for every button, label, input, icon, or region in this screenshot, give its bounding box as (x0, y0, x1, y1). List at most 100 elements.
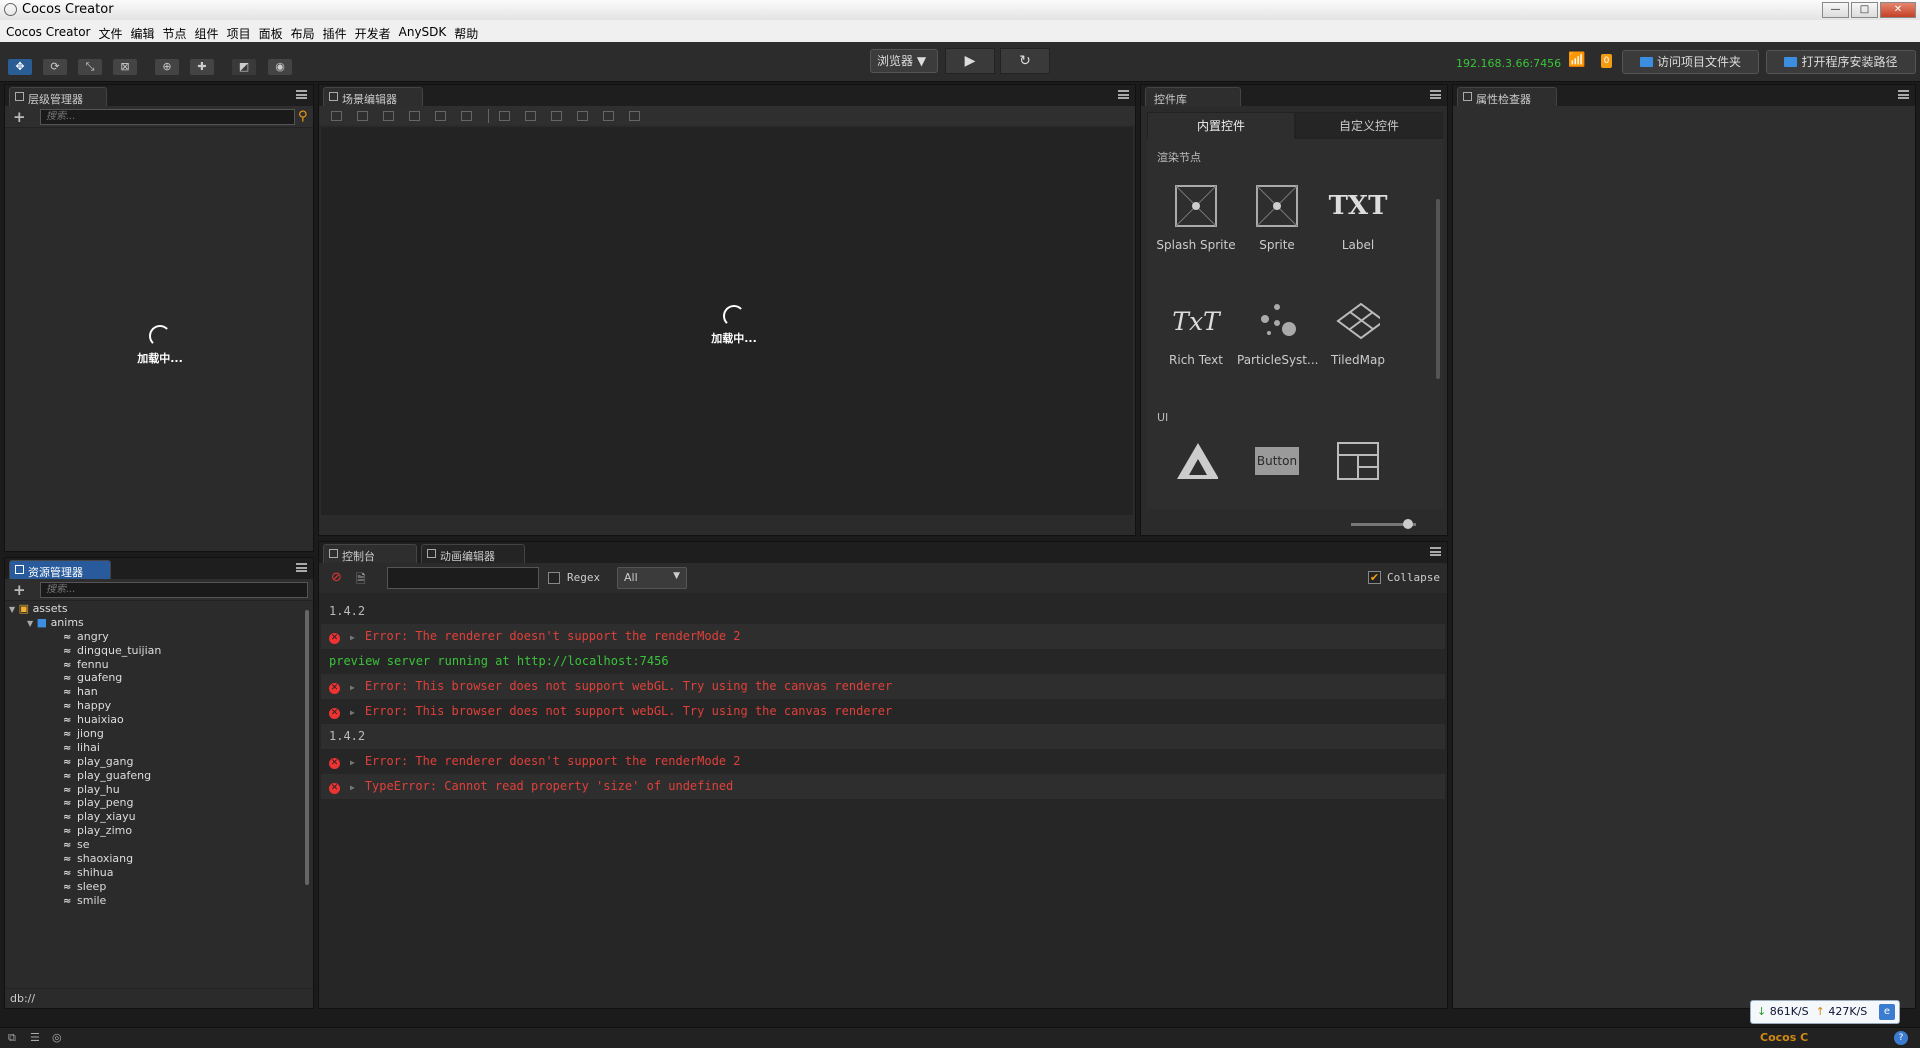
preview-ip-address[interactable]: 192.168.3.66:7456 (1456, 57, 1561, 70)
expand-arrow-icon[interactable]: ▶ (350, 758, 355, 767)
menu-anysdk[interactable]: AnySDK (397, 20, 453, 42)
widget-label[interactable]: TXT Label (1318, 184, 1398, 252)
console-line-error[interactable]: ✕ ▶ Error: The renderer doesn't support th… (321, 624, 1445, 649)
widget-ui-node[interactable] (1156, 439, 1236, 493)
menu-panel[interactable]: 面板 (257, 20, 289, 42)
distribute-center-v-icon[interactable] (603, 111, 614, 121)
menu-node[interactable]: 节点 (161, 20, 193, 42)
asset-item[interactable]: ≈ han (9, 685, 249, 699)
gizmo-toggle-icon[interactable]: ◩ (232, 59, 256, 75)
open-log-file-icon[interactable]: 🗎 (356, 570, 366, 591)
expand-arrow-icon[interactable]: ▶ (350, 633, 355, 642)
log-level-select[interactable]: All ▼ (617, 567, 687, 589)
menu-help[interactable]: 帮助 (452, 20, 484, 42)
tab-scene[interactable]: 场景编辑器 (323, 87, 423, 106)
asset-item[interactable]: ≈ play_guafeng (9, 769, 249, 783)
tab-library[interactable]: 控件库 (1145, 87, 1241, 106)
align-center-v-icon[interactable] (435, 111, 446, 121)
distribute-bottom-icon[interactable] (629, 111, 640, 121)
asset-item[interactable]: ≈ jiong (9, 727, 249, 741)
pivot-toggle-icon[interactable]: ⊕ (155, 59, 179, 75)
asset-item[interactable]: ≈ dingque_tuijian (9, 644, 249, 658)
console-line[interactable]: 1.4.2 (321, 599, 1445, 624)
asset-item[interactable]: ≈ guafeng (9, 671, 249, 685)
library-scrollbar[interactable] (1436, 199, 1440, 379)
menu-file[interactable]: 文件 (97, 20, 129, 42)
widget-layout[interactable] (1318, 439, 1398, 493)
network-speed-widget[interactable]: ↓ 861K/S ↑ 427K/S e (1750, 1000, 1900, 1024)
hierarchy-search-input[interactable]: 搜索... (40, 109, 295, 125)
tab-custom-widgets[interactable]: 自定义控件 (1295, 112, 1443, 139)
distribute-center-h-icon[interactable] (525, 111, 536, 121)
asset-item[interactable]: ≈ play_peng (9, 796, 249, 810)
asset-item[interactable]: ≈ lihai (9, 741, 249, 755)
menu-project[interactable]: 项目 (225, 20, 257, 42)
distribute-right-icon[interactable] (551, 111, 562, 121)
help-icon[interactable]: ? (1894, 1031, 1908, 1045)
panel-menu-icon[interactable] (1430, 90, 1441, 99)
console-line[interactable]: 1.4.2 (321, 724, 1445, 749)
tab-assets[interactable]: 资源管理器 (9, 560, 111, 579)
menu-component[interactable]: 组件 (193, 20, 225, 42)
menu-developer[interactable]: 开发者 (353, 20, 397, 42)
layout-icon[interactable]: ⧉ (8, 1031, 16, 1045)
expand-arrow-icon[interactable]: ▶ (350, 683, 355, 692)
widget-tiledmap[interactable]: TiledMap (1318, 299, 1398, 367)
rotate-tool-icon[interactable]: ⟳ (43, 59, 67, 75)
expand-arrow-icon[interactable]: ▶ (350, 783, 355, 792)
move-tool-icon[interactable]: ✥ (8, 59, 32, 75)
asset-item[interactable]: ≈ sleep (9, 880, 249, 894)
coordinate-toggle-icon[interactable]: ✚ (190, 59, 214, 75)
align-top-icon[interactable] (409, 111, 420, 121)
rect-tool-icon[interactable]: ⊠ (113, 59, 137, 75)
panel-menu-icon[interactable] (296, 90, 307, 99)
assets-scrollbar[interactable] (305, 610, 309, 885)
widget-particle-system[interactable]: ParticleSyst... (1237, 299, 1318, 367)
distribute-left-icon[interactable] (499, 111, 510, 121)
expand-arrow-icon[interactable]: ▶ (350, 708, 355, 717)
widget-rich-text[interactable]: TxT Rich Text (1156, 299, 1236, 368)
asset-item[interactable]: ≈ shihua (9, 866, 249, 880)
console-filter-input[interactable] (387, 567, 539, 589)
tab-hierarchy[interactable]: 层级管理器 (9, 87, 107, 106)
database-icon[interactable]: ☰ (30, 1031, 40, 1044)
menu-edit[interactable]: 编辑 (129, 20, 161, 42)
asset-item[interactable]: ≈ play_zimo (9, 824, 249, 838)
preview-platform-select[interactable]: 浏览器 ▼ (870, 49, 938, 73)
tree-folder-anims[interactable]: ▼ ■ anims (9, 616, 249, 630)
refresh-button[interactable]: ↻ (1000, 48, 1050, 74)
regex-checkbox[interactable] (548, 572, 560, 584)
console-line-error[interactable]: ✕ ▶ Error: This browser does not support w… (321, 674, 1445, 699)
add-node-icon[interactable]: + (13, 108, 26, 126)
asset-item[interactable]: ≈ smile (9, 894, 249, 908)
tree-root-assets[interactable]: ▼ ▣ assets (9, 602, 249, 616)
taskbar-app-label[interactable]: Cocos C (1760, 1031, 1808, 1044)
collapse-checkbox[interactable]: ✔ (1368, 571, 1381, 584)
minimize-button[interactable]: — (1822, 2, 1849, 18)
tab-console[interactable]: 控制台 (323, 544, 417, 563)
menu-layout[interactable]: 布局 (289, 20, 321, 42)
align-left-icon[interactable] (331, 111, 342, 121)
assets-search-input[interactable]: 搜索... (40, 582, 308, 598)
align-bottom-icon[interactable] (461, 111, 472, 121)
asset-item[interactable]: ≈ play_hu (9, 783, 249, 797)
maximize-button[interactable]: □ (1851, 2, 1878, 18)
widget-splash-sprite[interactable]: Splash Sprite (1156, 184, 1236, 252)
locate-icon[interactable]: ⚲ (298, 109, 308, 124)
notification-badge[interactable]: 0 (1601, 54, 1612, 68)
console-line-error[interactable]: ✕ ▶ Error: The renderer doesn't support th… (321, 749, 1445, 774)
asset-item[interactable]: ≈ angry (9, 630, 249, 644)
icon-size-slider-knob[interactable] (1403, 519, 1413, 529)
tab-builtin-widgets[interactable]: 内置控件 (1147, 112, 1295, 139)
align-center-h-icon[interactable] (357, 111, 368, 121)
console-line-error[interactable]: ✕ ▶ TypeError: Cannot read property 'size'… (321, 774, 1445, 799)
visibility-icon[interactable]: ◎ (52, 1031, 62, 1044)
console-line-error[interactable]: ✕ ▶ Error: This browser does not support w… (321, 699, 1445, 724)
tab-animation-editor[interactable]: 动画编辑器 (421, 544, 525, 563)
panel-menu-icon[interactable] (1898, 90, 1909, 99)
asset-item[interactable]: ≈ shaoxiang (9, 852, 249, 866)
asset-item[interactable]: ≈ fennu (9, 658, 249, 672)
open-project-folder-button[interactable]: 访问项目文件夹 (1622, 50, 1759, 74)
widget-button[interactable]: Button (1237, 439, 1317, 493)
open-install-path-button[interactable]: 打开程序安装路径 (1766, 50, 1916, 74)
